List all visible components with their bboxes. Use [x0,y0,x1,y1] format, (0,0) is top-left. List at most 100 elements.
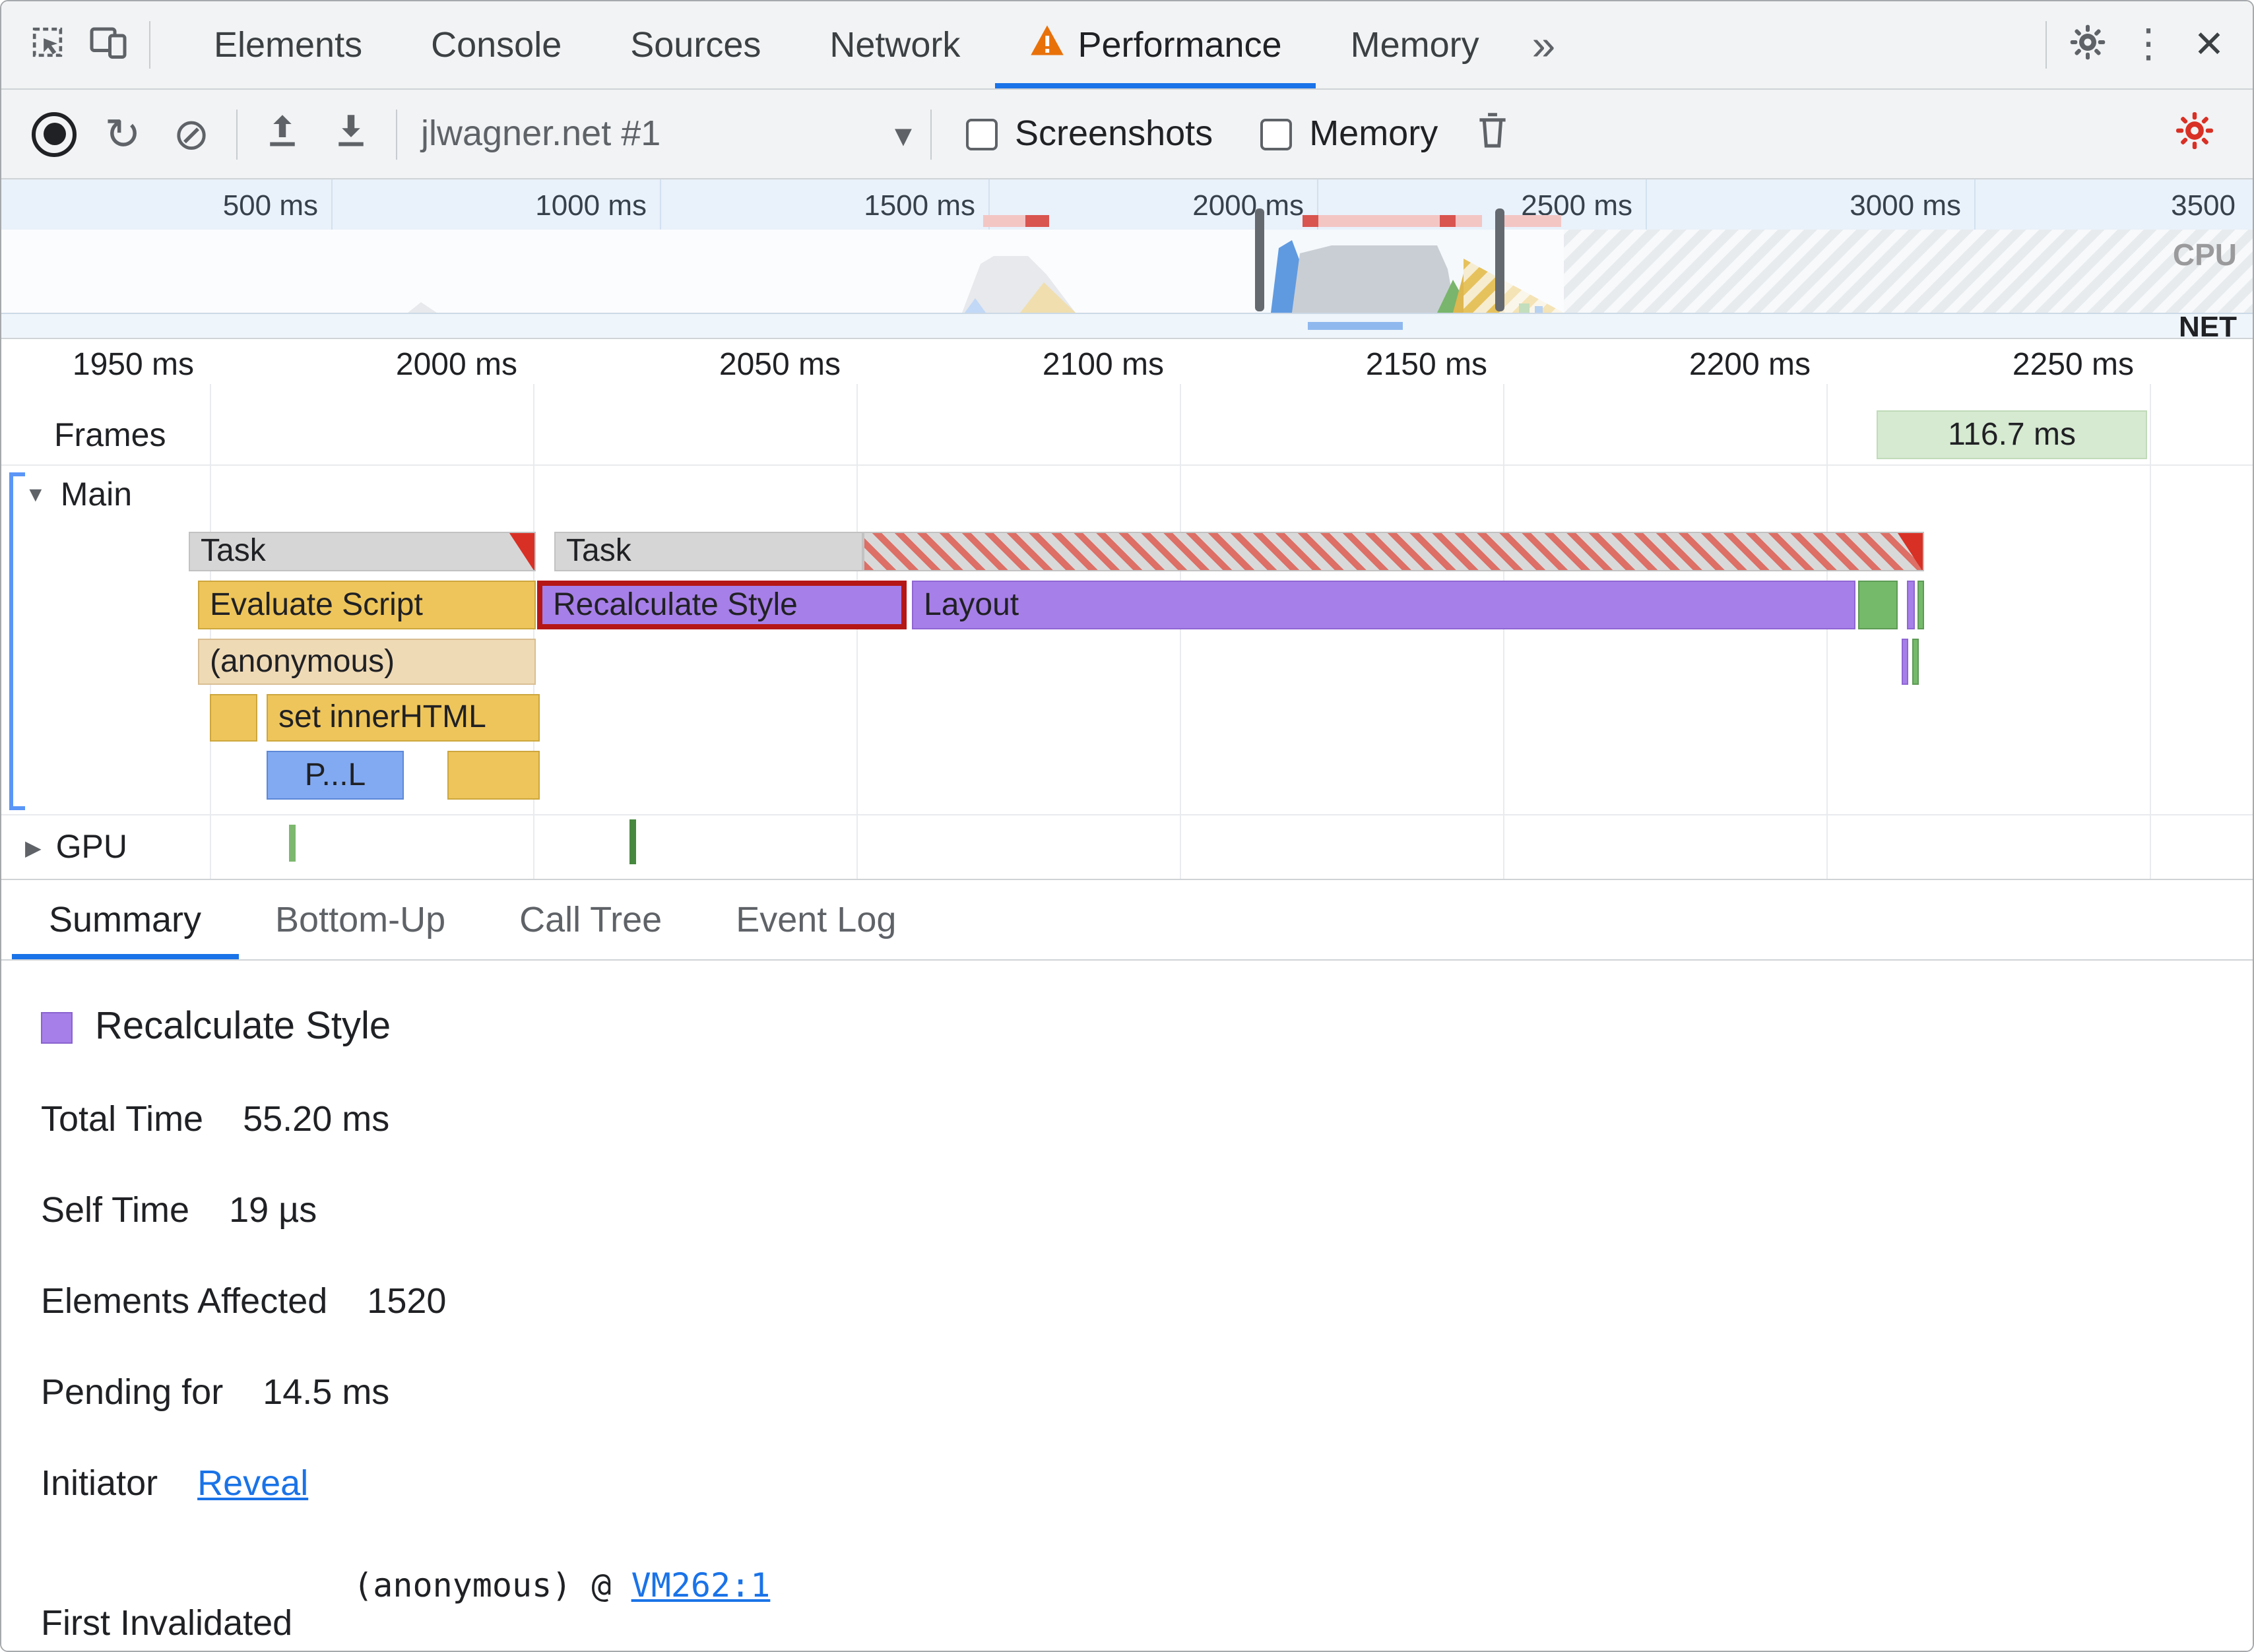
tab-call-tree[interactable]: Call Tree [482,880,699,959]
style-sliver[interactable] [1907,581,1915,629]
devtools-tab-bar: Elements Console Sources Network Perform… [1,1,2253,90]
legend-swatch [41,1011,73,1043]
flame-chart[interactable]: 1950 ms 2000 ms 2050 ms 2100 ms 2150 ms … [1,339,2253,879]
tab-event-log[interactable]: Event Log [699,880,933,959]
anonymous-function-bar[interactable]: (anonymous) [198,639,536,685]
details-tab-bar: Summary Bottom-Up Call Tree Event Log [1,879,2253,961]
summary-row-pending-for: Pending for 14.5 ms [41,1372,2213,1413]
record-button[interactable] [20,111,88,156]
long-task-marker [1303,215,1482,227]
gridline [1826,384,1828,879]
tab-console[interactable]: Console [397,1,596,88]
save-profile-button[interactable] [317,111,385,157]
tab-performance[interactable]: Performance [994,1,1316,88]
screenshots-checkbox[interactable] [966,118,998,150]
separator [236,109,238,159]
performance-toolbar: ↻ ⊘ jlwagner.net #1 ▾ Screenshots Memory [1,90,2253,179]
clear-icon: ⊘ [173,110,210,158]
task-bar-2[interactable]: Task [554,532,863,571]
tab-summary[interactable]: Summary [12,880,239,959]
main-track-label: Main [60,476,133,513]
overview-ruler-label: 2000 ms [1192,189,1304,222]
script-sliver[interactable] [210,694,257,742]
close-icon: ✕ [2193,24,2225,65]
chevron-double-icon: » [1531,20,1556,68]
tab-network[interactable]: Network [795,1,994,88]
selection-handle-right[interactable] [1495,208,1504,311]
frame-block[interactable]: 116.7 ms [1877,410,2147,459]
load-profile-button[interactable] [248,111,317,157]
settings-button[interactable] [2057,1,2118,88]
overview-ruler-label: 500 ms [222,189,318,222]
recalculate-style-bar-selected[interactable]: Recalculate Style [537,581,907,629]
panel-tabs: Elements Console Sources Network Perform… [179,1,1574,88]
chevron-down-icon: ▾ [894,114,912,154]
capture-settings-button[interactable] [2160,110,2229,158]
stack-frame-text: (anonymous) @ [353,1566,631,1604]
memory-label: Memory [1309,113,1438,153]
reload-icon: ↻ [104,110,141,158]
set-innerhtml-bar[interactable]: set innerHTML [267,694,540,742]
overview-ruler-label: 1000 ms [535,189,647,222]
memory-checkbox[interactable] [1260,118,1293,150]
overview-tick [1646,179,1647,230]
row-label: Pending for [41,1372,224,1412]
tab-bottom-up[interactable]: Bottom-Up [238,880,482,959]
inspect-element-button[interactable] [17,1,78,88]
reveal-link[interactable]: Reveal [197,1463,308,1504]
screenshots-toggle[interactable]: Screenshots [966,113,1213,154]
menu-button[interactable]: ⋮ [2118,1,2179,88]
style-sliver[interactable] [1902,639,1908,685]
summary-row-total-time: Total Time 55.20 ms [41,1099,2213,1140]
device-toolbar-button[interactable] [78,1,139,88]
gridline [2150,384,2151,879]
task-bar-1[interactable]: Task [189,532,536,571]
paint-sliver[interactable] [1917,581,1924,629]
long-task-candystripe-bar[interactable] [863,532,1924,571]
row-label: First Invalidated [41,1603,293,1643]
gpu-activity-tick[interactable] [629,819,636,864]
paint-bar[interactable] [1858,581,1898,629]
reload-and-record-button[interactable]: ↻ [88,112,157,156]
delete-recording-button[interactable] [1462,111,1522,157]
main-track-disclosure[interactable]: ▼ Main [25,476,132,515]
row-value: 55.20 ms [243,1099,390,1139]
separator [930,109,932,159]
summary-pane: Recalculate Style Total Time 55.20 ms Se… [1,961,2253,1651]
network-strip: NET [1,310,2253,339]
gridline [1180,384,1181,879]
separator [149,21,150,69]
source-location-link[interactable]: VM262:1 [631,1566,771,1604]
gpu-track-disclosure[interactable]: ▶ GPU [25,829,127,867]
tab-sources[interactable]: Sources [596,1,795,88]
separator [2045,21,2047,69]
summary-row-initiator: Initiator Reveal [41,1463,2213,1504]
long-task-corner-icon [1898,533,1923,570]
tab-elements[interactable]: Elements [179,1,397,88]
selection-handle-left[interactable] [1255,208,1264,311]
kebab-menu-icon: ⋮ [2129,22,2168,66]
overview-ruler-label: 1500 ms [864,189,975,222]
gridline [210,384,211,879]
overview-ruler-label: 3000 ms [1850,189,1961,222]
layout-bar[interactable]: Layout [912,581,1855,629]
profile-select[interactable]: jlwagner.net #1 ▾ [421,113,912,154]
evaluate-script-bar[interactable]: Evaluate Script [198,581,536,629]
net-label: NET [2179,310,2237,339]
timeline-overview[interactable]: 500 ms 1000 ms 1500 ms 2000 ms 2500 ms 3… [1,179,2253,339]
memory-toggle[interactable]: Memory [1260,113,1438,154]
gpu-activity-tick[interactable] [289,825,296,862]
more-tabs-button[interactable]: » [1514,1,1574,88]
detail-ruler-label: 2150 ms [1365,347,1487,383]
parse-html-bar[interactable]: P...L [267,751,404,800]
script-sliver[interactable] [447,751,540,800]
gridline [1503,384,1504,879]
row-value: 19 µs [229,1190,317,1230]
paint-sliver[interactable] [1912,639,1919,685]
summary-row-self-time: Self Time 19 µs [41,1190,2213,1231]
devtools-window: Elements Console Sources Network Perform… [0,0,2254,1652]
row-label: Elements Affected [41,1281,328,1321]
close-button[interactable]: ✕ [2179,1,2239,88]
clear-button[interactable]: ⊘ [157,112,226,156]
tab-memory[interactable]: Memory [1316,1,1514,88]
